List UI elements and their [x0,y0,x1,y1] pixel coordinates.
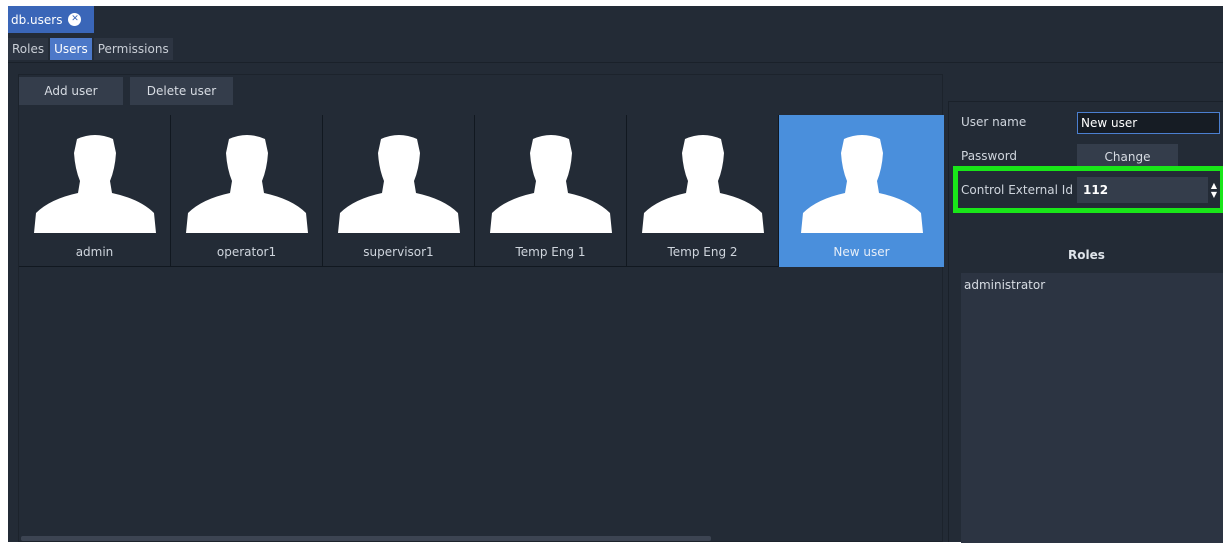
user-name: admin [75,245,114,259]
close-icon[interactable]: ✕ [68,13,82,26]
roles-list: administrator [961,273,1223,543]
username-label: User name [961,115,1027,129]
user-tile-temp-eng-2[interactable]: Temp Eng 2 [627,115,779,267]
user-name: supervisor1 [363,245,434,259]
user-silhouette-icon [800,135,923,233]
password-label: Password [961,149,1018,163]
users-panel: Add user Delete user admin operator1 sup… [18,74,944,542]
add-user-button[interactable]: Add user [19,77,123,105]
delete-user-button[interactable]: Delete user [130,77,233,105]
user-name: operator1 [216,245,277,259]
user-silhouette-icon [489,135,612,233]
tab-users[interactable]: Users [50,38,92,60]
user-details-panel: User name Password Change Control Extern… [948,101,1223,543]
tab-roles[interactable]: Roles [8,38,49,60]
user-tile-new-user[interactable]: New user [779,115,944,267]
role-item-administrator[interactable]: administrator [961,273,1223,297]
horizontal-scrollbar[interactable] [21,536,711,541]
user-tile-supervisor1[interactable]: supervisor1 [323,115,475,267]
highlight-box [953,166,1223,213]
subtab-bar: Roles Users Permissions [8,38,175,60]
user-silhouette-icon [33,135,156,233]
user-tile-admin[interactable]: admin [19,115,171,267]
tab-permissions[interactable]: Permissions [93,38,173,60]
user-tile-operator1[interactable]: operator1 [171,115,323,267]
user-silhouette-icon [337,135,460,233]
user-name: New user [833,245,890,259]
user-list: admin operator1 supervisor1 Temp Eng 1 T… [19,115,944,267]
user-name: Temp Eng 2 [667,245,738,259]
user-tile-temp-eng-1[interactable]: Temp Eng 1 [475,115,627,267]
username-input[interactable] [1077,112,1220,134]
roles-heading: Roles [1068,248,1105,262]
user-name: Temp Eng 1 [515,245,586,259]
tab-divider [8,62,1223,63]
user-silhouette-icon [185,135,308,233]
users-window: db.users ✕ Roles Users Permissions Add u… [8,6,1223,543]
document-tab-title: db.users [11,12,63,27]
document-tab[interactable]: db.users ✕ [8,6,94,33]
user-silhouette-icon [641,135,764,233]
